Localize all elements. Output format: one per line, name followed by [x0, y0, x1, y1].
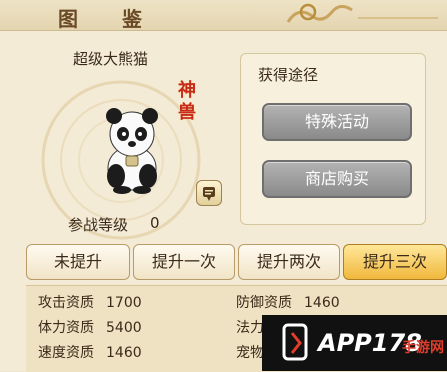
cloud-ornament-icon	[286, 3, 438, 23]
stat-attack: 攻击资质 1700	[38, 295, 142, 311]
tab-upgrade-once[interactable]: 提升一次	[133, 244, 235, 280]
stat-stamina: 体力资质 5400	[38, 320, 142, 336]
chat-button[interactable]	[196, 180, 222, 206]
battle-level-value: 0	[150, 214, 160, 232]
stat-speed: 速度资质 1460	[38, 345, 142, 361]
site-watermark: APP178 手游网	[262, 315, 447, 371]
chat-bubble-icon	[203, 187, 215, 201]
tab-not-upgraded[interactable]: 未提升	[26, 244, 130, 280]
phone-logo-icon	[282, 323, 308, 361]
stat-defense: 防御资质 1460	[236, 295, 340, 311]
divine-beast-badge: 神 兽	[178, 80, 196, 123]
tab-upgrade-thrice[interactable]: 提升三次	[343, 244, 447, 280]
special-event-button[interactable]: 特殊活动	[262, 103, 412, 141]
pet-name: 超级大熊猫	[73, 50, 149, 68]
tab-upgrade-twice[interactable]: 提升两次	[238, 244, 340, 280]
battle-level-label: 参战等级	[68, 216, 129, 234]
acquisition-title: 获得途径	[258, 66, 319, 84]
watermark-subtext: 手游网	[402, 340, 444, 356]
window-title: 图鉴	[58, 7, 186, 31]
panda-pet-figure	[106, 108, 158, 194]
title-bar: 图鉴	[0, 0, 447, 31]
shop-purchase-button[interactable]: 商店购买	[262, 160, 412, 198]
pet-encyclopedia-window: 图鉴 超级大熊猫 神 兽 参战等级 0 获得途径 特殊活动 商店购买 未提升 提…	[0, 0, 447, 372]
